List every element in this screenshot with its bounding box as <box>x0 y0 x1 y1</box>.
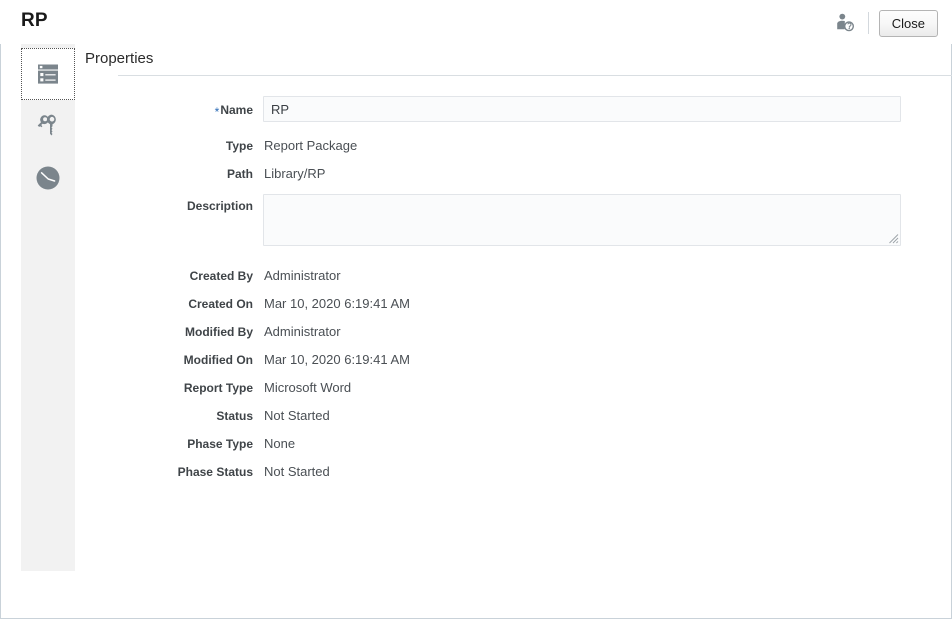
label-modified-on: Modified On <box>183 353 253 367</box>
label-name: *Name <box>75 96 263 124</box>
form-row-status: Status Not Started <box>75 402 952 430</box>
label-name-text: Name <box>220 103 253 117</box>
content-title: Properties <box>85 50 154 67</box>
properties-list-icon <box>38 64 58 84</box>
label-created-by: Created By <box>189 269 253 283</box>
value-report-type: Microsoft Word <box>264 380 352 395</box>
form-row-path: Path Library/RP <box>75 160 952 188</box>
value-created-on: Mar 10, 2020 6:19:41 AM <box>264 296 410 311</box>
value-phase-status: Not Started <box>264 464 330 479</box>
value-type: Report Package <box>264 138 358 153</box>
form-row-created-by: Created By Administrator <box>75 262 952 290</box>
form-row-created-on: Created On Mar 10, 2020 6:19:41 AM <box>75 290 952 318</box>
sidebar-item-history[interactable] <box>21 152 75 204</box>
sidebar-item-properties[interactable] <box>21 48 75 100</box>
label-type: Type <box>225 139 253 153</box>
close-button[interactable]: Close <box>878 9 938 37</box>
form-row-phase-type: Phase Type None <box>75 430 952 458</box>
value-modified-by: Administrator <box>264 324 341 339</box>
content-panel: Properties *Name Type Report Package <box>75 44 952 618</box>
name-input[interactable] <box>263 96 901 122</box>
label-created-on: Created On <box>188 297 253 311</box>
form-row-report-type: Report Type Microsoft Word <box>75 374 952 402</box>
value-created-by: Administrator <box>264 268 341 283</box>
dialog-header: RP Close <box>0 0 952 44</box>
description-textarea[interactable] <box>263 194 901 246</box>
content-divider <box>118 75 952 76</box>
label-report-type: Report Type <box>183 381 253 395</box>
form-row-phase-status: Phase Status Not Started <box>75 458 952 486</box>
clock-icon <box>36 166 60 190</box>
label-description: Description <box>186 199 253 213</box>
label-status: Status <box>216 409 253 423</box>
page-title: RP <box>21 10 48 31</box>
form-row-description: Description <box>75 194 952 246</box>
dialog-body: Properties *Name Type Report Package <box>0 44 952 619</box>
form-row-modified-on: Modified On Mar 10, 2020 6:19:41 AM <box>75 346 952 374</box>
header-actions: Close <box>830 8 938 38</box>
label-path: Path <box>226 167 253 181</box>
value-modified-on: Mar 10, 2020 6:19:41 AM <box>264 352 410 367</box>
form-row-type: Type Report Package <box>75 132 952 160</box>
label-phase-type: Phase Type <box>187 437 253 451</box>
keys-icon <box>37 114 56 136</box>
label-phase-status: Phase Status <box>177 465 253 479</box>
form-row-modified-by: Modified By Administrator <box>75 318 952 346</box>
form-row-name: *Name <box>75 96 952 124</box>
header-divider <box>867 12 869 34</box>
value-path: Library/RP <box>264 166 326 181</box>
description-wrap <box>263 194 901 246</box>
required-marker: * <box>214 105 220 119</box>
sidebar-item-access[interactable] <box>21 100 75 152</box>
sidebar <box>21 44 75 571</box>
user-restricted-icon[interactable] <box>830 9 860 37</box>
value-status: Not Started <box>264 408 330 423</box>
properties-dialog: RP Close Properties *Name RP Type Report… <box>0 0 952 619</box>
label-modified-by: Modified By <box>185 325 253 339</box>
value-phase-type: None <box>264 436 296 451</box>
properties-form: *Name Type Report Package Path Library/R… <box>75 96 952 486</box>
